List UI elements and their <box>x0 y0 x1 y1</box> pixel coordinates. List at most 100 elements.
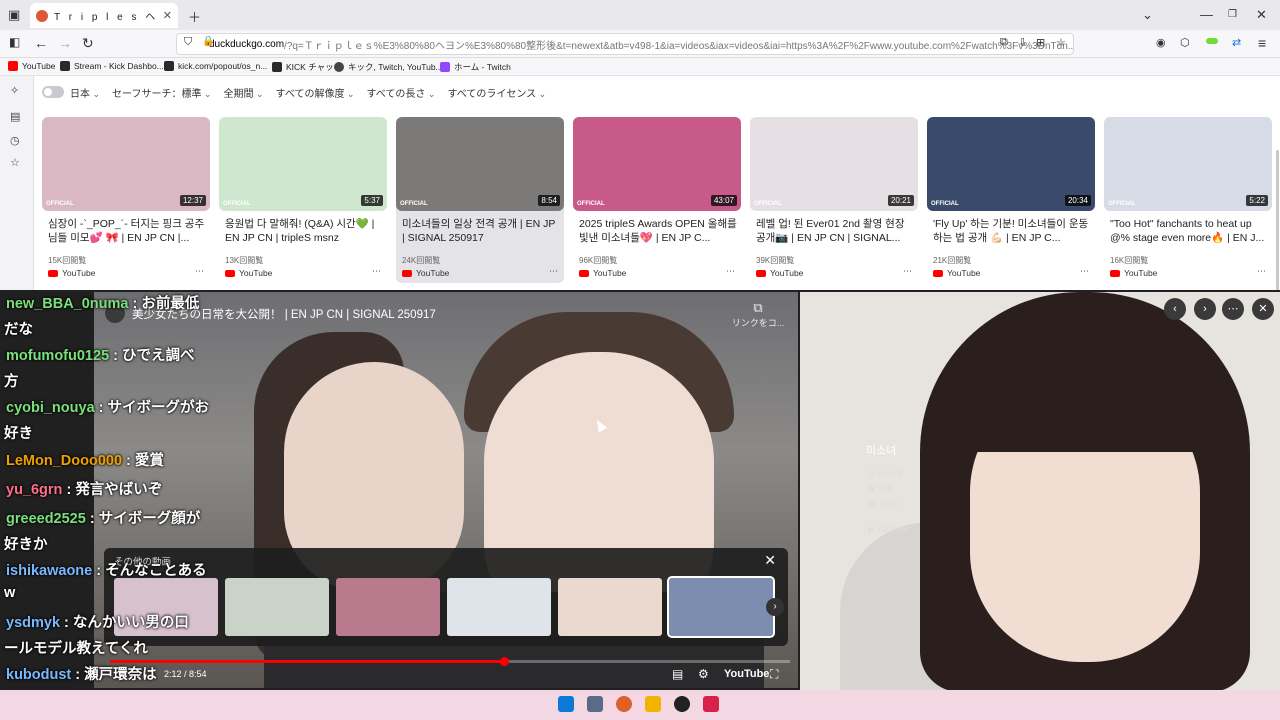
maximize-icon[interactable]: ❐ <box>1228 9 1237 20</box>
video-card-title[interactable]: 'Fly Up' 하는 기분! 미소녀들이 운동하는 법 공개 💪🏻 | EN … <box>933 217 1091 245</box>
minimize-icon[interactable]: — <box>1200 7 1213 22</box>
resolution-filter[interactable]: すべての解像度 <box>276 85 355 100</box>
kick-extension-icon[interactable] <box>1206 38 1218 44</box>
close-tab-icon[interactable]: ✕ <box>163 9 172 22</box>
video-thumbnail[interactable]: OFFICIAL 5:37 <box>219 117 387 211</box>
chat-username[interactable]: yu_6grn <box>6 482 62 498</box>
obs-icon[interactable] <box>674 696 690 712</box>
history-icon[interactable]: ◷ <box>10 134 20 147</box>
chat-username[interactable]: mofumofu0125 <box>6 348 109 364</box>
length-filter[interactable]: すべての長さ <box>367 85 436 100</box>
extension-icon[interactable]: ⊞ <box>1036 36 1045 49</box>
video-card[interactable]: OFFICIAL 20:21 레벨 업! 된 Ever01 2nd 촬영 현장 공개… <box>750 117 918 283</box>
close-window-icon[interactable]: ✕ <box>1256 7 1267 23</box>
bookmark-kick-popout[interactable]: kick.com/popout/os_n... <box>164 61 267 71</box>
bookmark-star-icon[interactable]: ☆ <box>1056 36 1066 49</box>
app-icon[interactable] <box>703 696 719 712</box>
firefox-icon[interactable] <box>616 696 632 712</box>
bookmark-multi[interactable]: キック, Twitch, YouTub... <box>334 61 443 73</box>
bookmarks-icon[interactable]: ☆ <box>10 156 20 169</box>
account-icon[interactable]: ◉ <box>1156 36 1166 49</box>
sidebar-toggle-icon[interactable]: ◧ <box>9 35 20 49</box>
region-toggle[interactable] <box>42 86 64 98</box>
video-thumbnail[interactable]: OFFICIAL 5:22 <box>1104 117 1272 211</box>
more-options-icon[interactable]: ⋯ <box>1080 266 1089 277</box>
chat-username[interactable]: kubodust <box>6 667 71 683</box>
chat-username[interactable]: ysdmyk <box>6 615 60 631</box>
video-thumbnail[interactable]: OFFICIAL 12:37 <box>42 117 210 211</box>
bookmark-youtube[interactable]: YouTube <box>8 61 55 71</box>
forward-icon[interactable]: → <box>58 35 72 51</box>
video-thumbnail[interactable]: OFFICIAL 20:34 <box>927 117 1095 211</box>
settings-icon[interactable] <box>587 696 603 712</box>
video-card-title[interactable]: 2025 tripleS Awards OPEN 올해를 빛낸 미소녀들💖 | … <box>579 217 737 245</box>
more-video-thumbnail[interactable] <box>447 578 551 636</box>
video-thumbnail[interactable]: OFFICIAL 43:07 <box>573 117 741 211</box>
chat-username[interactable]: new_BBA_0numa <box>6 296 128 312</box>
prev-icon[interactable]: ‹ <box>1164 298 1186 320</box>
tab-list-icon[interactable]: ▣ <box>8 7 20 23</box>
more-options-icon[interactable]: ⋯ <box>903 266 912 277</box>
bookmark-twitch[interactable]: ホーム - Twitch <box>440 61 511 73</box>
period-filter[interactable]: 全期間 <box>224 85 264 100</box>
chat-username[interactable]: ishikawaone <box>6 563 92 579</box>
bookmark-kick-dashboard[interactable]: Stream - Kick Dashbo... <box>60 61 164 71</box>
chat-username[interactable]: LeMon_Dooo000 <box>6 453 122 469</box>
menu-icon[interactable]: ≡ <box>1258 35 1266 51</box>
chat-username[interactable]: greeed2525 <box>6 511 86 527</box>
video-card-title[interactable]: 응원법 다 말해줘! (Q&A) 시간💚 | EN JP CN | triple… <box>225 217 383 245</box>
close-overlay-icon[interactable]: ✕ <box>1252 298 1274 320</box>
translate-icon[interactable]: ⇄ <box>1232 36 1241 49</box>
chat-username[interactable]: cyobi_nouya <box>6 400 95 416</box>
safesearch-filter[interactable]: セーフサーチ：標準 <box>112 85 211 100</box>
video-card[interactable]: OFFICIAL 8:54 미소녀들의 일상 전격 공개 | EN JP | SIG… <box>396 117 564 283</box>
video-card[interactable]: OFFICIAL 5:22 "Too Hot" fanchants to heat … <box>1104 117 1272 283</box>
more-options-icon[interactable]: ⋯ <box>1257 266 1266 277</box>
video-card[interactable]: OFFICIAL 12:37 심장이 -`_POP_´- 터지는 핑크 공주님들 미… <box>42 117 210 283</box>
more-options-icon[interactable]: ⋯ <box>726 266 735 277</box>
download-icon[interactable]: ⇩ <box>1018 36 1027 49</box>
more-options-icon[interactable]: ⋯ <box>372 266 381 277</box>
more-video-thumbnail[interactable] <box>225 578 329 636</box>
scrollbar[interactable] <box>1276 150 1279 300</box>
fullscreen-icon[interactable]: ⛶ <box>770 667 778 682</box>
ai-sparkle-icon[interactable]: ✧ <box>10 84 19 97</box>
subtitles-icon[interactable]: ▤ <box>672 667 683 681</box>
video-card-title[interactable]: "Too Hot" fanchants to heat up @% stage … <box>1110 217 1268 245</box>
tab-active[interactable]: T r i p l e s ヘヨン 整形後 ✕ <box>30 3 178 28</box>
plus-icon[interactable]: ＋ <box>188 7 201 26</box>
license-filter[interactable]: すべてのライセンス <box>447 85 546 100</box>
url-input[interactable]: duckduckgo.com/?q=Ｔｒｉｐｌｅｓ%E3%80%80ヘヨン%E3… <box>176 33 1074 55</box>
more-video-thumbnail[interactable] <box>336 578 440 636</box>
screenshot-icon[interactable]: ⧉ <box>1000 36 1008 49</box>
close-icon[interactable]: ✕ <box>764 552 776 569</box>
chevron-right-icon[interactable]: › <box>766 598 784 616</box>
shield-icon[interactable]: ⛉ <box>184 36 192 49</box>
tabs-icon[interactable]: ▤ <box>10 110 20 123</box>
video-card[interactable]: OFFICIAL 43:07 2025 tripleS Awards OPEN 올해… <box>573 117 741 283</box>
next-icon[interactable]: › <box>1194 298 1216 320</box>
more-options-icon[interactable]: ⋯ <box>1222 298 1244 320</box>
video-card[interactable]: OFFICIAL 5:37 응원법 다 말해줘! (Q&A) 시간💚 | EN JP… <box>219 117 387 283</box>
more-video-thumbnail[interactable] <box>558 578 662 636</box>
video-card-title[interactable]: 레벨 업! 된 Ever01 2nd 촬영 현장 공개📷 | EN JP CN … <box>756 217 914 245</box>
back-icon[interactable]: ← <box>34 35 48 51</box>
progress-bar[interactable] <box>110 657 790 666</box>
folder-icon[interactable] <box>645 696 661 712</box>
video-card-title[interactable]: 미소녀들의 일상 전격 공개 | EN JP | SIGNAL 250917 <box>402 217 560 245</box>
more-options-icon[interactable]: ⋯ <box>195 266 204 277</box>
video-card-title[interactable]: 심장이 -`_POP_´- 터지는 핑크 공주님들 미모💕 🎀 | EN JP … <box>48 217 206 245</box>
bookmark-kick-chat[interactable]: KICK チャット <box>272 61 342 73</box>
youtube-logo[interactable]: YouTube <box>724 668 769 680</box>
more-video-thumbnail[interactable] <box>667 576 775 638</box>
copy-link-button[interactable]: ⧉ リンクをコ... <box>730 300 786 329</box>
video-thumbnail[interactable]: OFFICIAL 20:21 <box>750 117 918 211</box>
video-thumbnail[interactable]: OFFICIAL 8:54 <box>396 117 564 211</box>
more-options-icon[interactable]: ⋯ <box>549 266 558 277</box>
reload-icon[interactable]: ↻ <box>82 35 94 52</box>
settings-gear-icon[interactable]: ⚙ <box>698 667 709 681</box>
video-card[interactable]: OFFICIAL 20:34 'Fly Up' 하는 기분! 미소녀들이 운동하는 … <box>927 117 1095 283</box>
extensions-icon[interactable]: ⬡ <box>1180 36 1190 49</box>
region-filter[interactable]: 日本 <box>70 85 100 100</box>
chevron-down-icon[interactable]: ⌄ <box>1142 7 1153 23</box>
